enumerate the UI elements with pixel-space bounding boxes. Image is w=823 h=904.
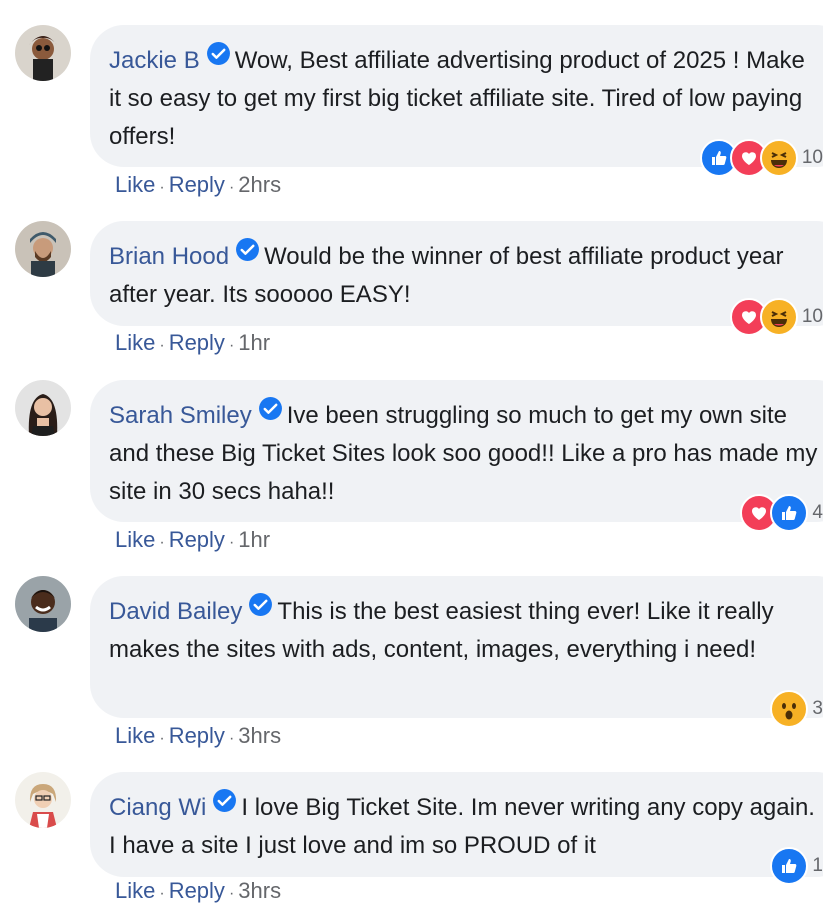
comment-time[interactable]: 3hrs bbox=[238, 878, 281, 903]
comment-author[interactable]: Brian Hood bbox=[109, 243, 229, 270]
avatar[interactable] bbox=[15, 772, 71, 828]
reaction-count: 3 bbox=[812, 698, 823, 719]
verified-badge-icon bbox=[258, 396, 283, 421]
like-link[interactable]: Like bbox=[115, 527, 155, 552]
like-link[interactable]: Like bbox=[115, 172, 155, 197]
like-reaction-icon bbox=[770, 494, 809, 532]
avatar[interactable] bbox=[15, 25, 71, 81]
reaction-summary[interactable]: 4 bbox=[740, 494, 823, 532]
like-link[interactable]: Like bbox=[115, 723, 155, 748]
reaction-summary[interactable]: 10 bbox=[729, 298, 823, 336]
comment-author[interactable]: Jackie B bbox=[109, 47, 200, 74]
reaction-count: 1 bbox=[812, 855, 823, 876]
reaction-count: 10 bbox=[801, 147, 823, 168]
separator-dot: · bbox=[228, 885, 235, 902]
like-link[interactable]: Like bbox=[115, 330, 155, 355]
reaction-summary[interactable]: 10 bbox=[699, 139, 823, 177]
separator-dot: · bbox=[228, 179, 235, 196]
wow-reaction-icon bbox=[770, 690, 809, 728]
reply-link[interactable]: Reply bbox=[169, 330, 225, 355]
reply-link[interactable]: Reply bbox=[169, 878, 225, 903]
comment-bubble: David Bailey This is the best easiest thi… bbox=[90, 576, 823, 718]
avatar[interactable] bbox=[15, 380, 71, 436]
separator-dot: · bbox=[159, 179, 165, 196]
comment-actions: Like · Reply · 2hrs bbox=[115, 172, 281, 198]
comment-actions: Like · Reply · 1hr bbox=[115, 527, 270, 553]
comment-author[interactable]: David Bailey bbox=[109, 598, 242, 625]
comment-bubble: Sarah Smiley Ive been struggling so much … bbox=[90, 380, 823, 522]
reply-link[interactable]: Reply bbox=[169, 172, 225, 197]
comment-actions: Like · Reply · 3hrs bbox=[115, 723, 281, 749]
comment-time[interactable]: 1hr bbox=[238, 330, 270, 355]
reaction-count: 4 bbox=[812, 502, 823, 523]
avatar[interactable] bbox=[15, 221, 71, 277]
like-link[interactable]: Like bbox=[115, 878, 155, 903]
comment-time[interactable]: 3hrs bbox=[238, 723, 281, 748]
haha-reaction-icon bbox=[759, 298, 798, 336]
reply-link[interactable]: Reply bbox=[169, 527, 225, 552]
separator-dot: · bbox=[159, 730, 165, 747]
reply-link[interactable]: Reply bbox=[169, 723, 225, 748]
comment-author[interactable]: Sarah Smiley bbox=[109, 402, 252, 429]
reaction-summary[interactable]: 3 bbox=[770, 690, 823, 728]
separator-dot: · bbox=[228, 337, 235, 354]
verified-badge-icon bbox=[235, 237, 260, 262]
comment-time[interactable]: 2hrs bbox=[238, 172, 281, 197]
comment-actions: Like · Reply · 3hrs bbox=[115, 878, 281, 904]
comment-time[interactable]: 1hr bbox=[238, 527, 270, 552]
comment-actions: Like · Reply · 1hr bbox=[115, 330, 270, 356]
separator-dot: · bbox=[159, 337, 165, 354]
reaction-count: 10 bbox=[801, 306, 823, 327]
avatar[interactable] bbox=[15, 576, 71, 632]
verified-badge-icon bbox=[206, 41, 231, 66]
haha-reaction-icon bbox=[759, 139, 798, 177]
comment-bubble: Brian Hood Would be the winner of best af… bbox=[90, 221, 823, 326]
comment-author[interactable]: Ciang Wi bbox=[109, 794, 206, 821]
verified-badge-icon bbox=[248, 592, 273, 617]
verified-badge-icon bbox=[212, 788, 237, 813]
comment-bubble: Ciang Wi I love Big Ticket Site. Im never… bbox=[90, 772, 823, 877]
separator-dot: · bbox=[159, 534, 165, 551]
separator-dot: · bbox=[228, 534, 235, 551]
separator-dot: · bbox=[228, 730, 235, 747]
separator-dot: · bbox=[159, 885, 165, 902]
reaction-summary[interactable]: 1 bbox=[770, 847, 823, 885]
like-reaction-icon bbox=[770, 847, 809, 885]
